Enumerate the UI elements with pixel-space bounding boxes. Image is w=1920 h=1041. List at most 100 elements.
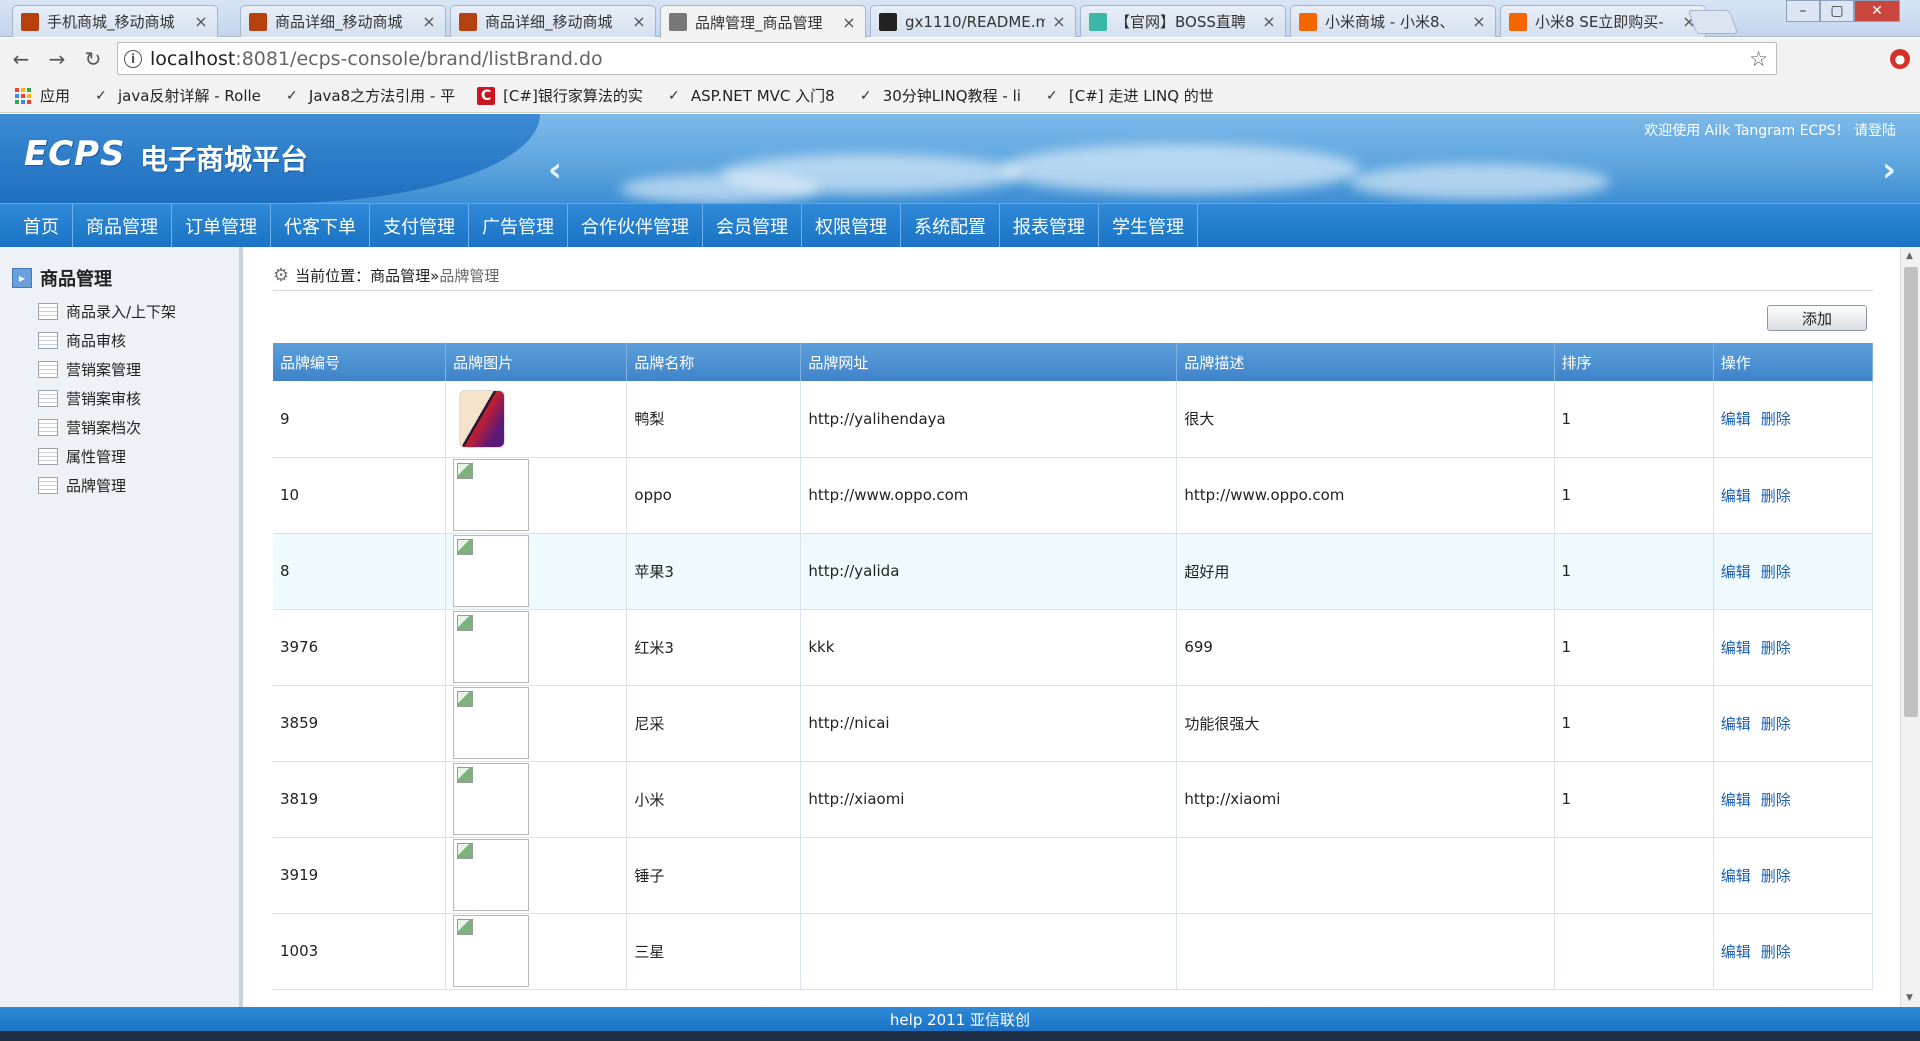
close-icon[interactable]: × [1471, 12, 1487, 31]
forward-icon[interactable]: → [42, 44, 72, 74]
chevron-left-icon[interactable]: ‹ [548, 150, 562, 190]
bookmark-item[interactable]: ✓ Java8之方法引用 - 平 [283, 85, 455, 106]
url-host: localhost [150, 47, 236, 70]
menu-item[interactable]: 支付管理 [370, 203, 469, 248]
bookmark-item[interactable]: ✓ 30分钟LINQ教程 - li [857, 85, 1021, 106]
close-icon[interactable]: × [631, 12, 647, 31]
brand-id: 3976 [273, 609, 447, 686]
close-window-button[interactable]: ✕ [1854, 0, 1900, 22]
list-icon [38, 419, 58, 436]
bookmark-label: ASP.NET MVC 入门8 [690, 87, 835, 105]
brand-id: 3819 [273, 761, 447, 838]
folder-icon: ▸ [12, 268, 32, 288]
browser-tab[interactable]: 商品详细_移动商城 × [240, 5, 446, 37]
scroll-down-icon[interactable]: ▼ [1906, 993, 1913, 1003]
browser-tab[interactable]: gx1110/README.m × [870, 5, 1076, 37]
browser-tab[interactable]: 小米商城 - 小米8、 × [1290, 5, 1496, 37]
back-icon[interactable]: ← [6, 44, 36, 74]
edit-link[interactable]: 编辑 [1721, 639, 1751, 657]
sidebar-item[interactable]: 品牌管理 [38, 475, 126, 496]
add-button[interactable]: 添加 [1767, 305, 1867, 331]
browser-tab[interactable]: 商品详细_移动商城 × [450, 5, 656, 37]
menu-item[interactable]: 商品管理 [73, 203, 172, 248]
chevron-right-icon[interactable]: › [1882, 150, 1896, 190]
welcome-text[interactable]: 欢迎使用 Ailk Tangram ECPS！ 请登陆 [1644, 120, 1896, 140]
close-icon[interactable]: × [841, 13, 857, 32]
menu-item[interactable]: 权限管理 [802, 203, 901, 248]
delete-link[interactable]: 删除 [1761, 487, 1791, 505]
edit-link[interactable]: 编辑 [1721, 563, 1751, 581]
sidebar-item[interactable]: 营销案审核 [38, 388, 141, 409]
bookmark-item[interactable]: ✓ java反射详解 - Rolle [92, 85, 261, 106]
bookmark-icon: ✓ [667, 87, 680, 104]
scroll-up-icon[interactable]: ▲ [1906, 251, 1913, 261]
edit-link[interactable]: 编辑 [1721, 410, 1751, 428]
edit-link[interactable]: 编辑 [1721, 791, 1751, 809]
broken-image-icon [453, 915, 530, 987]
menu-item[interactable]: 报表管理 [1000, 203, 1099, 248]
sidebar-item[interactable]: 营销案管理 [38, 359, 141, 380]
delete-link[interactable]: 删除 [1761, 410, 1791, 428]
menu-item[interactable]: 合作伙伴管理 [568, 203, 703, 248]
info-icon[interactable]: i [124, 49, 142, 68]
sidebar-item[interactable]: 属性管理 [38, 446, 126, 467]
reload-icon[interactable]: ↻ [78, 44, 108, 74]
browser-tab[interactable]: 品牌管理_商品管理 × [660, 5, 866, 38]
sidebar-item[interactable]: 营销案档次 [38, 417, 141, 438]
brand-description [1176, 837, 1555, 914]
menu-item[interactable]: 代客下单 [271, 203, 370, 248]
sidebar-item[interactable]: 商品录入/上下架 [38, 301, 176, 322]
maximize-button[interactable]: ▢ [1820, 0, 1854, 22]
brand-image-cell [445, 913, 628, 990]
delete-link[interactable]: 删除 [1761, 867, 1791, 885]
menu-item[interactable]: 订单管理 [172, 203, 271, 248]
menu-item[interactable]: 广告管理 [469, 203, 568, 248]
close-icon[interactable]: × [1051, 12, 1067, 31]
browser-tab[interactable]: 手机商城_移动商城 × [12, 5, 218, 37]
menu-item[interactable]: 会员管理 [703, 203, 802, 248]
brand-image-cell [445, 837, 628, 914]
list-icon [38, 448, 58, 465]
brand-image-cell [445, 609, 628, 686]
address-bar[interactable]: i localhost:8081/ecps-console/brand/list… [117, 42, 1777, 75]
tab-title: 【官网】BOSS直聘 [1115, 13, 1246, 31]
bookmark-label: 30分钟LINQ教程 - li [882, 87, 1021, 105]
edit-link[interactable]: 编辑 [1721, 867, 1751, 885]
close-icon[interactable]: × [421, 12, 437, 31]
delete-link[interactable]: 删除 [1761, 563, 1791, 581]
edit-link[interactable]: 编辑 [1721, 943, 1751, 961]
sidebar-item[interactable]: 商品审核 [38, 330, 126, 351]
delete-link[interactable]: 删除 [1761, 639, 1791, 657]
minimize-button[interactable]: – [1786, 0, 1820, 22]
browser-tab[interactable]: 【官网】BOSS直聘 × [1080, 5, 1286, 37]
bookmark-item[interactable]: 应用 [14, 85, 70, 106]
edit-link[interactable]: 编辑 [1721, 487, 1751, 505]
main-content: ⚙ 当前位置： 商品管理 » 品牌管理 添加 品牌编号 品牌图片 品牌名称 品牌网址品… [247, 247, 1900, 1007]
edit-link[interactable]: 编辑 [1721, 715, 1751, 733]
brand-name: 红米3 [626, 609, 802, 686]
menu-item[interactable]: 首页 [10, 203, 73, 248]
list-icon [38, 303, 58, 320]
brand-sort: 1 [1554, 457, 1714, 534]
delete-link[interactable]: 删除 [1761, 715, 1791, 733]
bookmark-label: [C#] 走进 LINQ 的世 [1068, 87, 1214, 105]
table-row: 8 苹果3 http://yalida 超好用 1 编辑 删除 [273, 533, 1874, 610]
sidebar-header[interactable]: ▸ 商品管理 [12, 265, 112, 291]
bookmark-item[interactable]: C [C#]银行家算法的实 [477, 85, 643, 106]
breadcrumb-parent[interactable]: 商品管理 [370, 265, 430, 286]
brand-url: http://yalihendaya [800, 381, 1178, 458]
new-tab-button[interactable] [1687, 10, 1739, 34]
menu-item[interactable]: 学生管理 [1099, 203, 1198, 248]
menu-item[interactable]: 系统配置 [901, 203, 1000, 248]
delete-link[interactable]: 删除 [1761, 943, 1791, 961]
scrollbar-thumb[interactable] [1904, 267, 1918, 717]
close-icon[interactable]: × [1261, 12, 1277, 31]
bookmark-item[interactable]: ✓ ASP.NET MVC 入门8 [665, 85, 835, 106]
extension-icon[interactable]: ● [1890, 49, 1910, 69]
delete-link[interactable]: 删除 [1761, 791, 1791, 809]
bookmark-item[interactable]: ✓ [C#] 走进 LINQ 的世 [1043, 85, 1214, 106]
bookmark-star-icon[interactable]: ☆ [1749, 47, 1768, 71]
close-icon[interactable]: × [193, 12, 209, 31]
browser-tab[interactable]: 小米8 SE立即购买- × [1500, 5, 1706, 37]
scrollbar[interactable]: ▲ ▼ [1900, 247, 1920, 1007]
